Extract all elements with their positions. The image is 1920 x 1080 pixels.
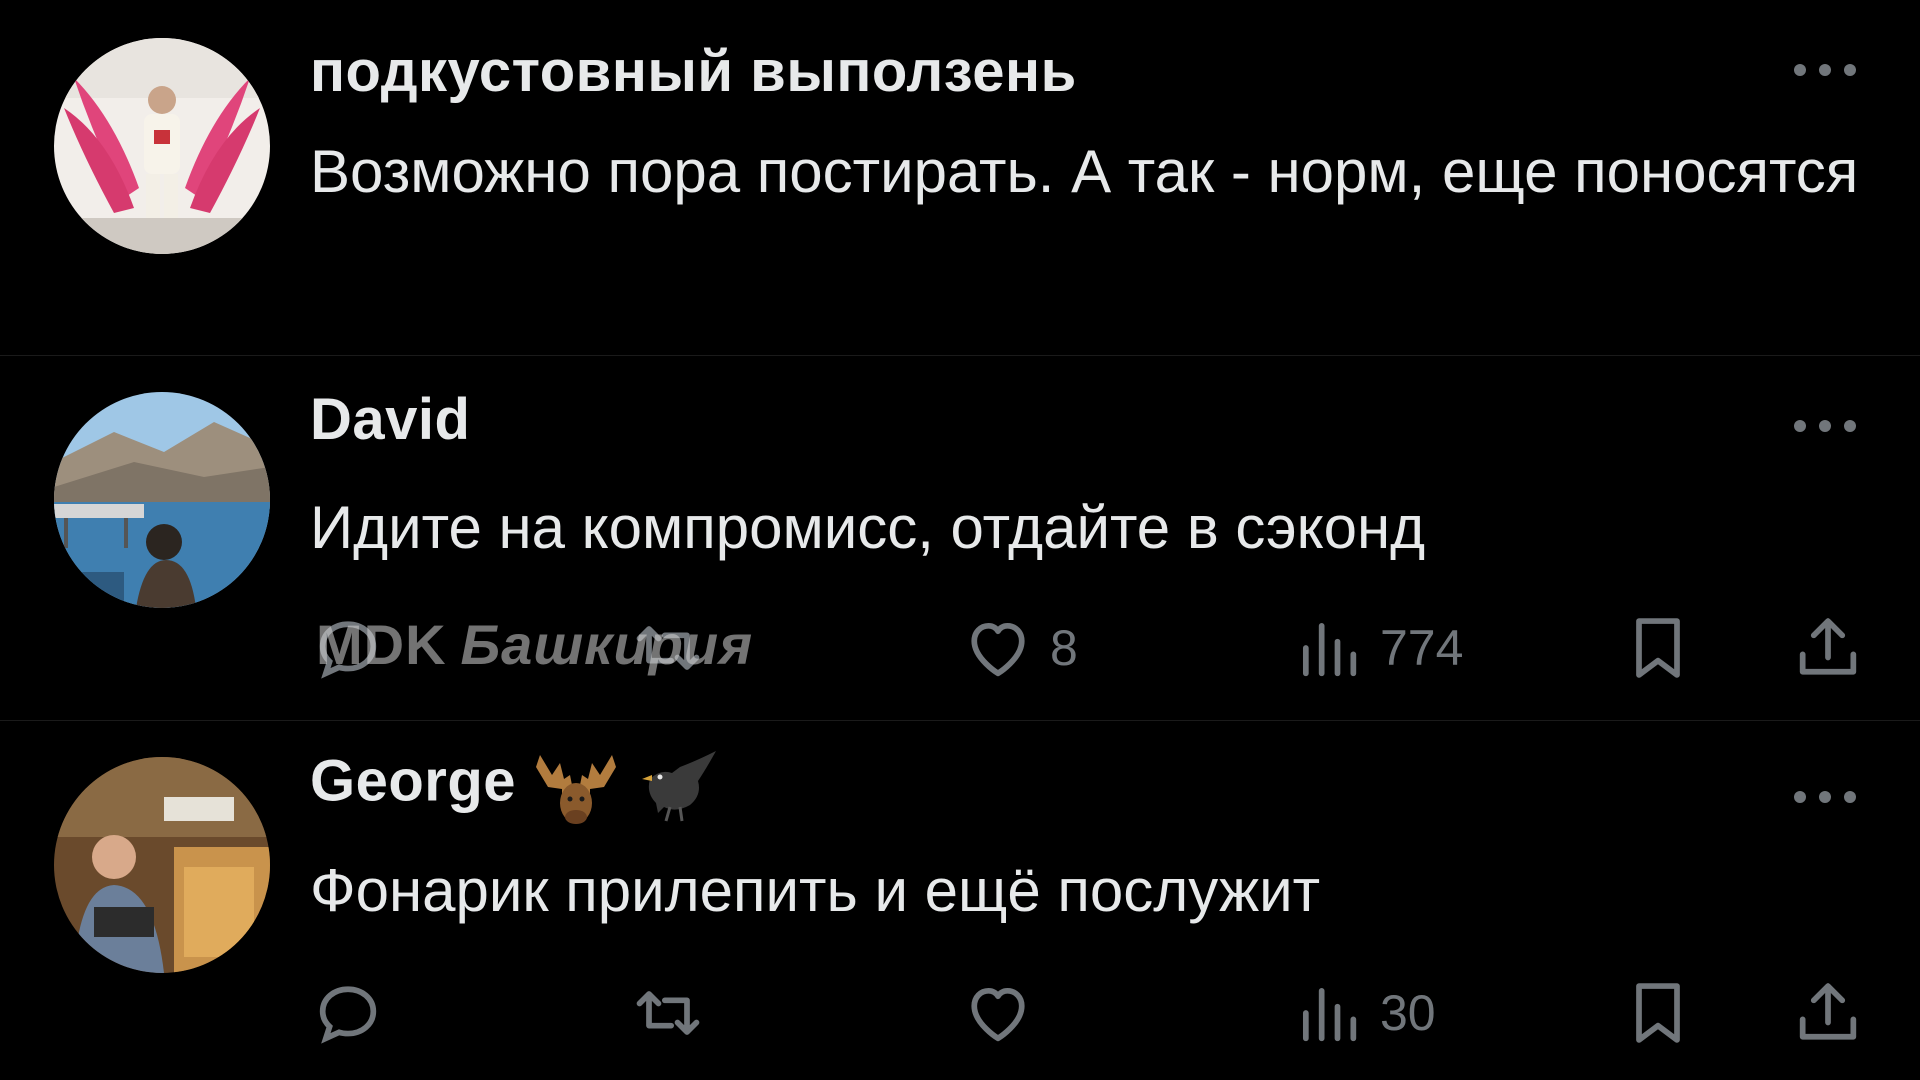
moose-emoji	[530, 745, 622, 825]
bookmark-button[interactable]	[1620, 973, 1696, 1053]
bookmark-icon	[1636, 983, 1680, 1043]
post-text: Идите на компромисс, отдайте в сэконд	[310, 494, 1426, 561]
bookmark-icon	[1636, 618, 1680, 678]
repost-button[interactable]	[630, 973, 706, 1053]
avatar[interactable]	[54, 392, 270, 608]
like-icon	[971, 987, 1025, 1042]
author-name: George	[310, 748, 517, 814]
like-button[interactable]	[960, 973, 1036, 1053]
more-icon[interactable]	[1790, 60, 1860, 80]
repost-icon	[636, 991, 700, 1035]
views-button[interactable]: 774	[1290, 608, 1463, 688]
share-button[interactable]	[1790, 973, 1866, 1053]
post-1[interactable]: подкустовный выползень Возможно пора пос…	[0, 0, 1920, 355]
post-3[interactable]: George Фонарик прилепить и ещё послужит …	[0, 721, 1920, 1080]
more-icon[interactable]	[1790, 416, 1860, 436]
avatar[interactable]	[54, 757, 270, 973]
avatar[interactable]	[54, 38, 270, 254]
views-count: 30	[1380, 985, 1436, 1041]
author-name[interactable]: подкустовный выползень	[310, 38, 1077, 105]
post-text: Возможно пора постирать. А так - норм, е…	[310, 138, 1859, 205]
post-text: Фонарик прилепить и ещё послужит	[310, 857, 1321, 924]
bookmark-button[interactable]	[1620, 608, 1696, 688]
author-name-row[interactable]: George	[310, 745, 728, 825]
reply-icon	[319, 986, 377, 1044]
views-count: 774	[1380, 620, 1464, 676]
reply-button[interactable]	[310, 973, 386, 1053]
watermark-brand: MDK	[316, 613, 447, 676]
share-icon	[1799, 983, 1857, 1040]
post-2[interactable]: David Идите на компромисс, отдайте в сэк…	[0, 356, 1920, 720]
share-icon	[1799, 618, 1857, 675]
author-name[interactable]: David	[310, 386, 470, 453]
like-icon	[971, 622, 1025, 677]
watermark: MDK Башкирия	[316, 612, 753, 677]
like-button[interactable]: 8	[960, 608, 1078, 688]
views-icon	[1302, 987, 1357, 1042]
reply-feed: подкустовный выползень Возможно пора пос…	[0, 0, 1920, 1080]
black-bird-emoji	[636, 745, 728, 825]
views-button[interactable]: 30	[1290, 973, 1436, 1053]
more-icon[interactable]	[1790, 787, 1860, 807]
views-icon	[1302, 622, 1357, 677]
watermark-region: Башкирия	[460, 613, 754, 676]
like-count: 8	[1050, 620, 1078, 676]
action-bar: 30	[310, 973, 1870, 1053]
share-button[interactable]	[1790, 608, 1866, 688]
